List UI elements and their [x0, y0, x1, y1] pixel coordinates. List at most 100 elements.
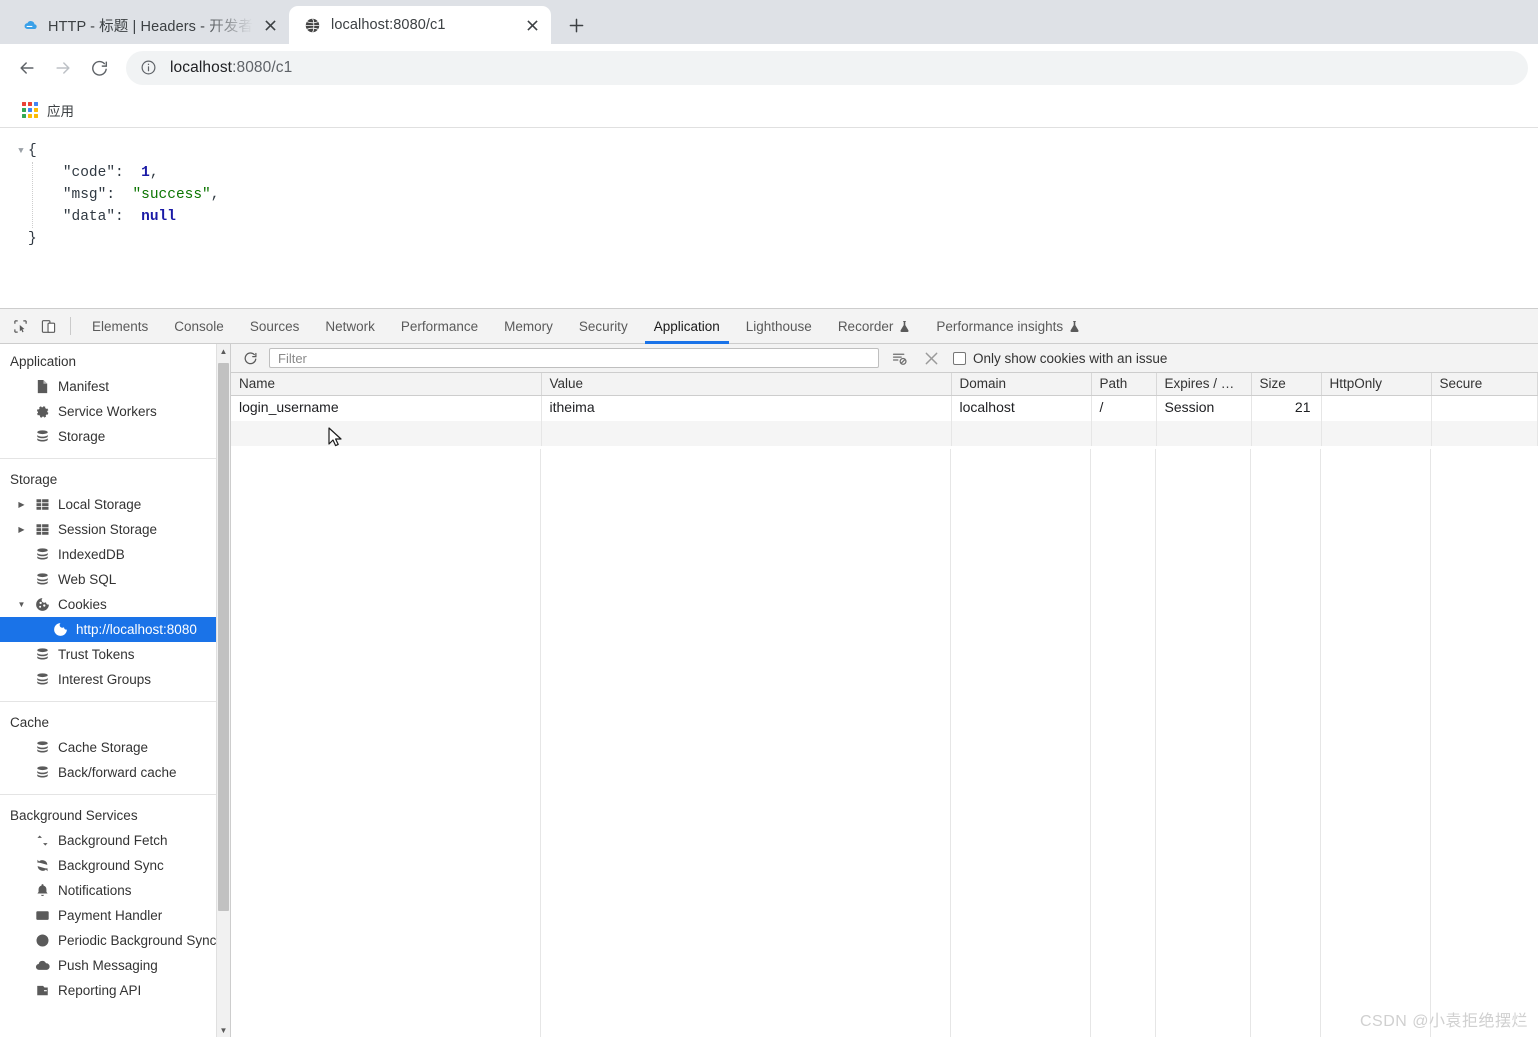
sidebar-item-label: Trust Tokens [58, 647, 135, 662]
sidebar-item-periodic-background-sync[interactable]: Periodic Background Sync [0, 928, 216, 953]
browser-tab-2[interactable]: localhost:8080/c1 [289, 6, 551, 44]
devtools-tab-label: Network [325, 318, 375, 334]
cookie-icon [52, 621, 69, 638]
sidebar-item-cache-storage[interactable]: Cache Storage [0, 735, 216, 760]
table-column-guides [231, 449, 1538, 1037]
devtools-tab-lighthouse[interactable]: Lighthouse [733, 309, 825, 344]
column-header-domain[interactable]: Domain [951, 373, 1092, 396]
sidebar-item-label: Cache Storage [58, 740, 149, 755]
sidebar-item-notifications[interactable]: Notifications [0, 878, 216, 903]
cell-expires[interactable]: Session [1156, 395, 1252, 421]
devtools-tab-network[interactable]: Network [312, 309, 388, 344]
search-input[interactable] [276, 349, 872, 367]
sidebar-item-payment-handler[interactable]: Payment Handler [0, 903, 216, 928]
cell-secure[interactable] [1431, 395, 1538, 421]
chevron-down-icon[interactable]: ▼ [16, 600, 27, 609]
table-row[interactable]: login_username itheima localhost / Session 21 [231, 395, 1538, 421]
sidebar-item-manifest[interactable]: Manifest [0, 374, 216, 399]
table-row-empty[interactable] [231, 420, 1538, 446]
column-header-name[interactable]: Name [231, 373, 542, 396]
cell-name[interactable]: login_username [231, 395, 542, 421]
column-header-size[interactable]: Size [1251, 373, 1322, 396]
sidebar-item-local-storage[interactable]: ▶ Local Storage [0, 492, 216, 517]
sidebar-item-reporting-api[interactable]: Reporting API [0, 978, 216, 1003]
checkbox-box[interactable] [953, 351, 966, 365]
sidebar-item-label: Cookies [58, 597, 107, 612]
devtools-body: Application Manifest Service Workers Storag… [0, 344, 1538, 1037]
json-brace-open: { [28, 143, 37, 159]
sidebar-item-push-messaging[interactable]: Push Messaging [0, 953, 216, 978]
browser-tab-1[interactable]: HTTP - 标题 | Headers - 开发者 [6, 6, 289, 44]
scrollbar-thumb[interactable] [218, 363, 229, 911]
sidebar-item-background-sync[interactable]: Background Sync [0, 853, 216, 878]
gear-icon [34, 403, 51, 420]
sidebar-item-trust-tokens[interactable]: Trust Tokens [0, 642, 216, 667]
json-line-close: } [14, 228, 1538, 250]
back-arrow-icon[interactable] [10, 51, 44, 85]
chevron-down-icon[interactable]: ▼ [14, 140, 28, 162]
site-info-icon[interactable] [140, 59, 158, 77]
column-header-expires[interactable]: Expires / … [1156, 373, 1252, 396]
column-header-path[interactable]: Path [1091, 373, 1157, 396]
devtools-tab-performance-insights[interactable]: Performance insights [923, 309, 1093, 344]
devtools-tab-application[interactable]: Application [641, 309, 733, 344]
devtools-tab-label: Recorder [837, 318, 894, 334]
scroll-down-icon[interactable]: ▼ [217, 1023, 230, 1037]
devtools-tab-sources[interactable]: Sources [237, 309, 313, 344]
bookmark-apps[interactable]: 应用 [14, 97, 82, 123]
devtools-tab-memory[interactable]: Memory [491, 309, 566, 344]
json-value-msg: "success" [132, 187, 211, 203]
experiment-flask-icon [1069, 320, 1080, 333]
address-bar[interactable]: localhost:8080/c1 [126, 51, 1528, 85]
close-icon[interactable] [521, 14, 543, 36]
sidebar-item-session-storage[interactable]: ▶ Session Storage [0, 517, 216, 542]
sidebar-item-http-localhost-8080[interactable]: http://localhost:8080 [0, 617, 216, 642]
browser-toolbar: localhost:8080/c1 [0, 44, 1538, 92]
json-value-data: null [141, 209, 176, 225]
filter-field[interactable] [269, 348, 879, 368]
device-toolbar-icon[interactable] [34, 313, 62, 339]
json-line-msg: "msg": "success", [14, 184, 1538, 206]
chevron-right-icon[interactable]: ▶ [16, 500, 27, 509]
json-colon: : [106, 187, 116, 203]
sidebar-item-service-workers[interactable]: Service Workers [0, 399, 216, 424]
sidebar-item-interest-groups[interactable]: Interest Groups [0, 667, 216, 692]
cookies-table: Name Value Domain Path Expires / … Size HttpOn… [231, 373, 1538, 446]
close-icon[interactable] [259, 14, 281, 36]
devtools-tab-recorder[interactable]: Recorder [825, 309, 924, 344]
devtools-tab-security[interactable]: Security [566, 309, 641, 344]
clear-filtered-cookies-icon[interactable] [887, 347, 911, 369]
sidebar-scrollbar[interactable]: ▲ ▼ [216, 344, 230, 1037]
chevron-right-icon[interactable]: ▶ [16, 525, 27, 534]
cell-size[interactable]: 21 [1251, 395, 1322, 421]
cell-empty [231, 420, 542, 446]
scroll-up-icon[interactable]: ▲ [217, 344, 230, 358]
column-header-value[interactable]: Value [541, 373, 952, 396]
clear-all-cookies-icon[interactable] [919, 347, 943, 369]
cell-httponly[interactable] [1321, 395, 1432, 421]
devtools-tab-performance[interactable]: Performance [388, 309, 491, 344]
cell-path[interactable]: / [1091, 395, 1157, 421]
only-show-issues-checkbox[interactable]: Only show cookies with an issue [953, 351, 1167, 366]
reload-icon[interactable] [82, 51, 116, 85]
sidebar-item-cookies[interactable]: ▼ Cookies [0, 592, 216, 617]
sidebar-item-label: Payment Handler [58, 908, 163, 923]
cell-empty [1091, 420, 1157, 446]
devtools-tab-elements[interactable]: Elements [79, 309, 161, 344]
inspect-element-icon[interactable] [6, 313, 34, 339]
devtools-tab-console[interactable]: Console [161, 309, 237, 344]
devtools-tab-label: Lighthouse [745, 318, 812, 334]
bookmark-apps-label: 应用 [47, 103, 74, 119]
refresh-icon[interactable] [239, 347, 261, 369]
cell-domain[interactable]: localhost [951, 395, 1092, 421]
sidebar-item-indexeddb[interactable]: IndexedDB [0, 542, 216, 567]
cell-value[interactable]: itheima [541, 395, 952, 421]
sidebar-item-storage[interactable]: Storage [0, 424, 216, 449]
forward-arrow-icon[interactable] [46, 51, 80, 85]
column-header-httponly[interactable]: HttpOnly [1321, 373, 1432, 396]
column-header-secure[interactable]: Secure [1431, 373, 1538, 396]
sidebar-item-back-forward-cache[interactable]: Back/forward cache [0, 760, 216, 785]
new-tab-button[interactable] [561, 10, 591, 40]
sidebar-item-web-sql[interactable]: Web SQL [0, 567, 216, 592]
sidebar-item-background-fetch[interactable]: Background Fetch [0, 828, 216, 853]
